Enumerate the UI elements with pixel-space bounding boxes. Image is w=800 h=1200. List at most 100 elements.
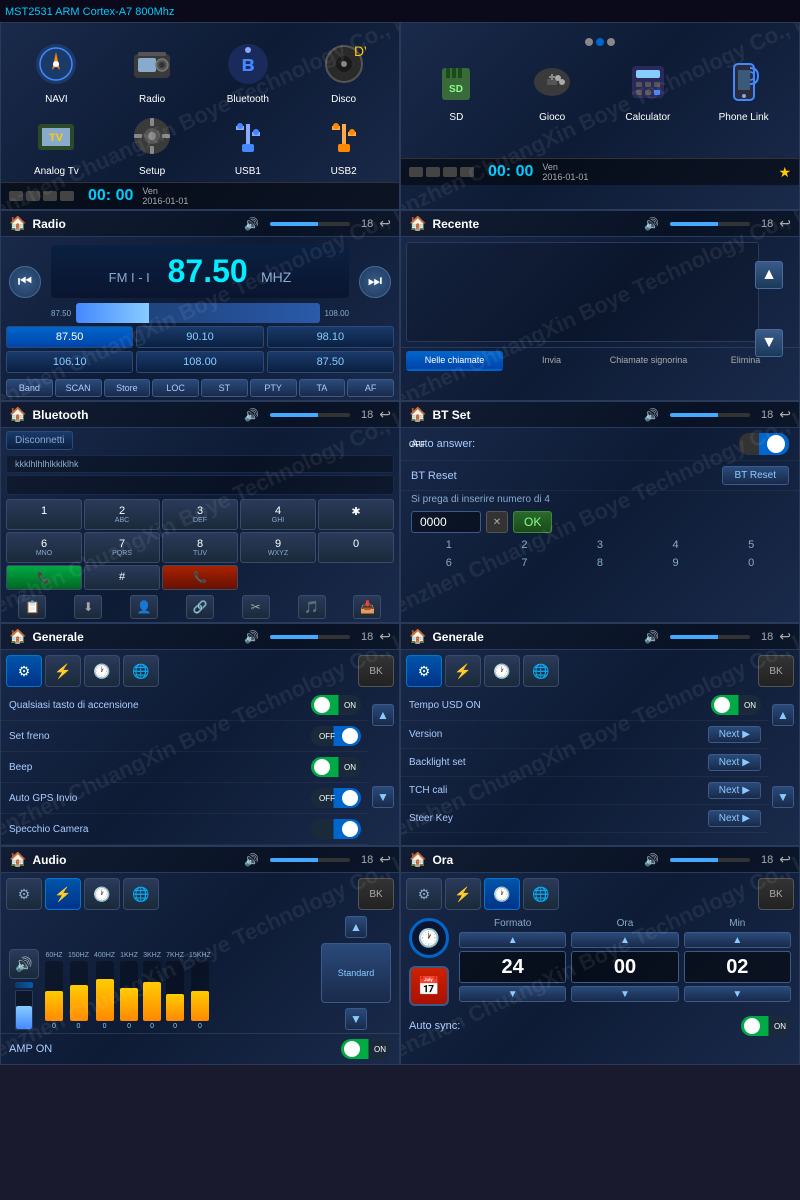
bt-num-5[interactable]: 5 bbox=[748, 539, 754, 551]
bt-action-7[interactable]: 📥 bbox=[353, 595, 381, 619]
bt-num-9[interactable]: 9 bbox=[673, 557, 679, 569]
gen1-back-btn[interactable]: ↩ bbox=[379, 628, 391, 645]
ora-auto-sync-toggle[interactable]: ON bbox=[741, 1016, 791, 1036]
ora-clock-icon[interactable]: 🕐 bbox=[409, 918, 449, 958]
preset-2[interactable]: 90.10 bbox=[136, 326, 263, 348]
ctrl-pty[interactable]: PTY bbox=[250, 379, 297, 397]
bt-reset-btn[interactable]: BT Reset bbox=[722, 466, 790, 485]
preset-6[interactable]: 87.50 bbox=[267, 351, 394, 373]
bt-num-3[interactable]: 3 bbox=[597, 539, 603, 551]
audio-scroll-up[interactable]: ▲ bbox=[345, 916, 367, 938]
audio-scroll-down[interactable]: ▼ bbox=[345, 1008, 367, 1030]
app-bluetooth[interactable]: ʙ Bluetooth bbox=[203, 38, 294, 105]
ctrl-band[interactable]: Band bbox=[6, 379, 53, 397]
preset-5[interactable]: 108.00 bbox=[136, 351, 263, 373]
ctrl-st[interactable]: ST bbox=[201, 379, 248, 397]
bt-call-green[interactable]: 📞 bbox=[6, 565, 82, 590]
gen1-home-icon[interactable]: 🏠 bbox=[9, 628, 26, 645]
home-icon[interactable]: 🏠 bbox=[9, 215, 26, 232]
bt-key-3[interactable]: 3DEF bbox=[162, 499, 238, 530]
gen1-tab-globe[interactable]: 🌐 bbox=[123, 655, 159, 687]
recente-home-icon[interactable]: 🏠 bbox=[409, 215, 426, 232]
app-gioco[interactable]: Gioco bbox=[507, 56, 598, 123]
audio-tab-clock[interactable]: 🕐 bbox=[84, 878, 120, 910]
ora-tab-bk[interactable]: BK bbox=[758, 878, 794, 910]
bt-clear-btn[interactable]: ✕ bbox=[486, 511, 508, 533]
app-usb1[interactable]: USB1 bbox=[203, 110, 294, 177]
bt-set-home-icon[interactable]: 🏠 bbox=[409, 406, 426, 423]
app-setup[interactable]: Setup bbox=[107, 110, 198, 177]
radio-back-btn[interactable]: ↩ bbox=[379, 215, 391, 232]
gen1-toggle-1[interactable]: OFF bbox=[311, 726, 361, 746]
app-disco[interactable]: DVD Disco bbox=[298, 38, 389, 105]
radio-bar[interactable] bbox=[76, 303, 320, 323]
ora-ora-down[interactable]: ▼ bbox=[571, 986, 678, 1002]
bt-key-8[interactable]: 8TUV bbox=[162, 532, 238, 563]
app-calculator[interactable]: Calculator bbox=[603, 56, 694, 123]
bt-action-6[interactable]: 🎵 bbox=[298, 595, 326, 619]
audio-back-btn[interactable]: ↩ bbox=[379, 851, 391, 868]
gen2-scroll-down[interactable]: ▼ bbox=[772, 786, 794, 808]
gen2-next-3[interactable]: Next ▶ bbox=[708, 782, 761, 799]
radio-next-btn[interactable]: ⏭ bbox=[359, 266, 391, 298]
audio-home-icon[interactable]: 🏠 bbox=[9, 851, 26, 868]
ctrl-scan[interactable]: SCAN bbox=[55, 379, 102, 397]
bt-pin-input[interactable] bbox=[411, 511, 481, 533]
bt-key-1[interactable]: 1 bbox=[6, 499, 82, 530]
ora-tab-clock[interactable]: 🕐 bbox=[484, 878, 520, 910]
radio-vol-slider[interactable] bbox=[270, 222, 350, 226]
gen2-next-1[interactable]: Next ▶ bbox=[708, 726, 761, 743]
bt-back-btn[interactable]: ↩ bbox=[379, 406, 391, 423]
ora-tab-gear[interactable]: ⚙ bbox=[406, 878, 442, 910]
bt-set-back-btn[interactable]: ↩ bbox=[779, 406, 791, 423]
ora-home-icon[interactable]: 🏠 bbox=[409, 851, 426, 868]
bt-num-6[interactable]: 6 bbox=[446, 557, 452, 569]
gen2-next-2[interactable]: Next ▶ bbox=[708, 754, 761, 771]
bt-action-4[interactable]: 🔗 bbox=[186, 595, 214, 619]
gen1-scroll-down[interactable]: ▼ bbox=[372, 786, 394, 808]
gen2-next-4[interactable]: Next ▶ bbox=[708, 810, 761, 827]
gen2-vol-slider[interactable] bbox=[670, 635, 750, 639]
bt-num-8[interactable]: 8 bbox=[597, 557, 603, 569]
gen1-scroll-up[interactable]: ▲ bbox=[372, 704, 394, 726]
audio-eq-preset[interactable]: Standard bbox=[321, 943, 391, 1003]
recente-tab-sig[interactable]: Chiamate signorina bbox=[600, 351, 697, 371]
bt-action-5[interactable]: ✂ bbox=[242, 595, 270, 619]
gen2-tab-gear[interactable]: ⚙ bbox=[406, 655, 442, 687]
bt-key-hash[interactable]: # bbox=[84, 565, 160, 590]
gen1-toggle-2[interactable]: ON bbox=[311, 757, 361, 777]
bt-key-7[interactable]: 7PQRS bbox=[84, 532, 160, 563]
bt-key-star[interactable]: ✱ bbox=[318, 499, 394, 530]
gen1-tab-eq[interactable]: ⚡ bbox=[45, 655, 81, 687]
audio-vol-slider[interactable] bbox=[270, 858, 350, 862]
ctrl-loc[interactable]: LOC bbox=[152, 379, 199, 397]
ora-vol-slider[interactable] bbox=[670, 858, 750, 862]
bt-call-red[interactable]: 📞 bbox=[162, 565, 238, 590]
audio-tab-bk[interactable]: BK bbox=[358, 878, 394, 910]
gen2-scroll-up[interactable]: ▲ bbox=[772, 704, 794, 726]
gen2-home-icon[interactable]: 🏠 bbox=[409, 628, 426, 645]
bt-ok-btn[interactable]: OK bbox=[513, 511, 552, 533]
bt-num-7[interactable]: 7 bbox=[521, 557, 527, 569]
ora-cal-icon[interactable]: 📅 bbox=[409, 966, 449, 1006]
recente-tab-invia[interactable]: Invia bbox=[503, 351, 600, 371]
bt-action-2[interactable]: ⬇ bbox=[74, 595, 102, 619]
app-radio[interactable]: Radio bbox=[107, 38, 198, 105]
audio-tab-globe[interactable]: 🌐 bbox=[123, 878, 159, 910]
ctrl-store[interactable]: Store bbox=[104, 379, 151, 397]
recente-back-btn[interactable]: ↩ bbox=[779, 215, 791, 232]
gen1-toggle-3[interactable]: OFF bbox=[311, 788, 361, 808]
star-icon[interactable]: ★ bbox=[778, 164, 791, 181]
gen1-toggle-4[interactable] bbox=[311, 819, 361, 839]
gen2-back-btn[interactable]: ↩ bbox=[779, 628, 791, 645]
bt-set-vol-slider[interactable] bbox=[670, 413, 750, 417]
gen2-tab-eq[interactable]: ⚡ bbox=[445, 655, 481, 687]
audio-tab-eq[interactable]: ⚡ bbox=[45, 878, 81, 910]
audio-amp-toggle[interactable]: ON bbox=[341, 1039, 391, 1059]
ora-back-btn[interactable]: ↩ bbox=[779, 851, 791, 868]
bt-key-4[interactable]: 4GHI bbox=[240, 499, 316, 530]
app-navi[interactable]: NAVI bbox=[11, 38, 102, 105]
ora-tab-eq[interactable]: ⚡ bbox=[445, 878, 481, 910]
bt-action-1[interactable]: 📋 bbox=[18, 595, 46, 619]
app-usb2[interactable]: USB2 bbox=[298, 110, 389, 177]
